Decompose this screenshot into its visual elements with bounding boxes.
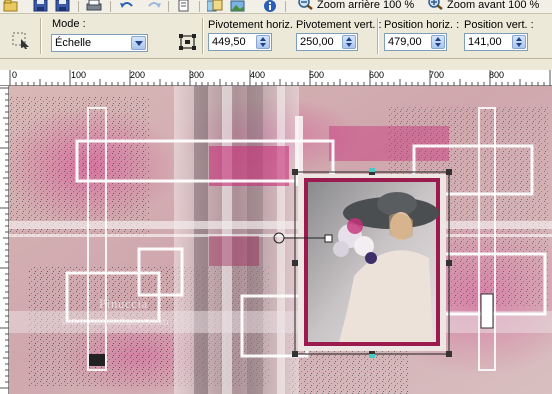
browse-images-icon[interactable] [230,0,246,12]
zoom-out-button[interactable]: Zoom arrière 100 % [298,0,414,12]
zoom-out-icon [298,0,314,13]
pos-v-spinner[interactable] [512,35,526,49]
ruler-label: 600 [369,70,385,80]
ruler-label: 800 [489,70,505,80]
save-as-icon[interactable] [55,0,71,12]
info-icon[interactable] [262,0,278,12]
psp-window: Zoom arrière 100 % Zoom avant 100 % Mode… [0,0,552,394]
mode-label: Mode : [52,18,86,30]
open-icon[interactable] [3,0,19,12]
ruler-label: 0 [12,70,18,80]
ruler-v-ticks [0,87,9,389]
artwork [9,86,552,394]
zoom-in-label: Zoom avant 100 % [447,0,540,11]
pos-v-input[interactable]: 141,00 [464,33,528,51]
pos-h-spinner[interactable] [431,35,445,49]
undo-icon[interactable] [119,0,135,12]
mode-select[interactable]: Échelle [51,34,148,52]
redo-icon[interactable] [146,0,162,12]
ruler-label: 700 [429,70,445,80]
standard-toolbar: Zoom arrière 100 % Zoom avant 100 % [0,0,552,14]
chevron-down-icon[interactable] [131,36,146,50]
watermark-url: www.tutorialspsp.com [61,314,169,328]
watermark-title: Pinuccia [99,296,148,311]
save-icon[interactable] [33,0,49,12]
pivot-v-input[interactable]: 250,00 [296,33,358,51]
tool-options-bar: Mode : Échelle Pivotement horiz. : 449,5… [0,14,552,59]
browse-icon[interactable] [206,0,223,12]
pivot-mode-icon[interactable] [178,33,198,54]
ruler-label: 200 [130,70,146,80]
vertical-ruler[interactable] [0,86,9,394]
tool-preset-icon[interactable] [12,32,32,53]
pos-v-label: Position vert. : [464,19,534,31]
selected-layer[interactable] [298,174,446,351]
pivot-h-label: Pivotement horiz. : [208,19,300,31]
mode-value: Échelle [55,37,92,49]
pivot-h-input[interactable]: 449,50 [208,33,272,51]
ruler-label: 100 [71,70,87,80]
ruler-label: 300 [189,70,205,80]
pivot-v-spinner[interactable] [342,35,356,49]
copy-icon[interactable] [176,0,192,12]
zoom-in-icon [428,0,444,13]
horizontal-ruler[interactable]: 0 100 200 300 400 500 600 700 800 [0,70,552,86]
image-canvas[interactable]: Pinuccia www.tutorialspsp.com [9,86,552,394]
zoom-in-button[interactable]: Zoom avant 100 % [428,0,539,12]
print-icon[interactable] [86,0,102,12]
pos-h-value: 479,00 [388,36,422,48]
pos-h-label: Position horiz. : [384,19,460,31]
ruler-label: 400 [250,70,266,80]
pos-h-input[interactable]: 479,00 [384,33,447,51]
pivot-h-spinner[interactable] [256,35,270,49]
pos-v-value: 141,00 [468,36,502,48]
pivot-v-label: Pivotement vert. : [296,19,382,31]
zoom-out-label: Zoom arrière 100 % [317,0,415,11]
ruler-label: 500 [309,70,325,80]
pivot-h-value: 449,50 [212,36,246,48]
pivot-v-value: 250,00 [300,36,334,48]
